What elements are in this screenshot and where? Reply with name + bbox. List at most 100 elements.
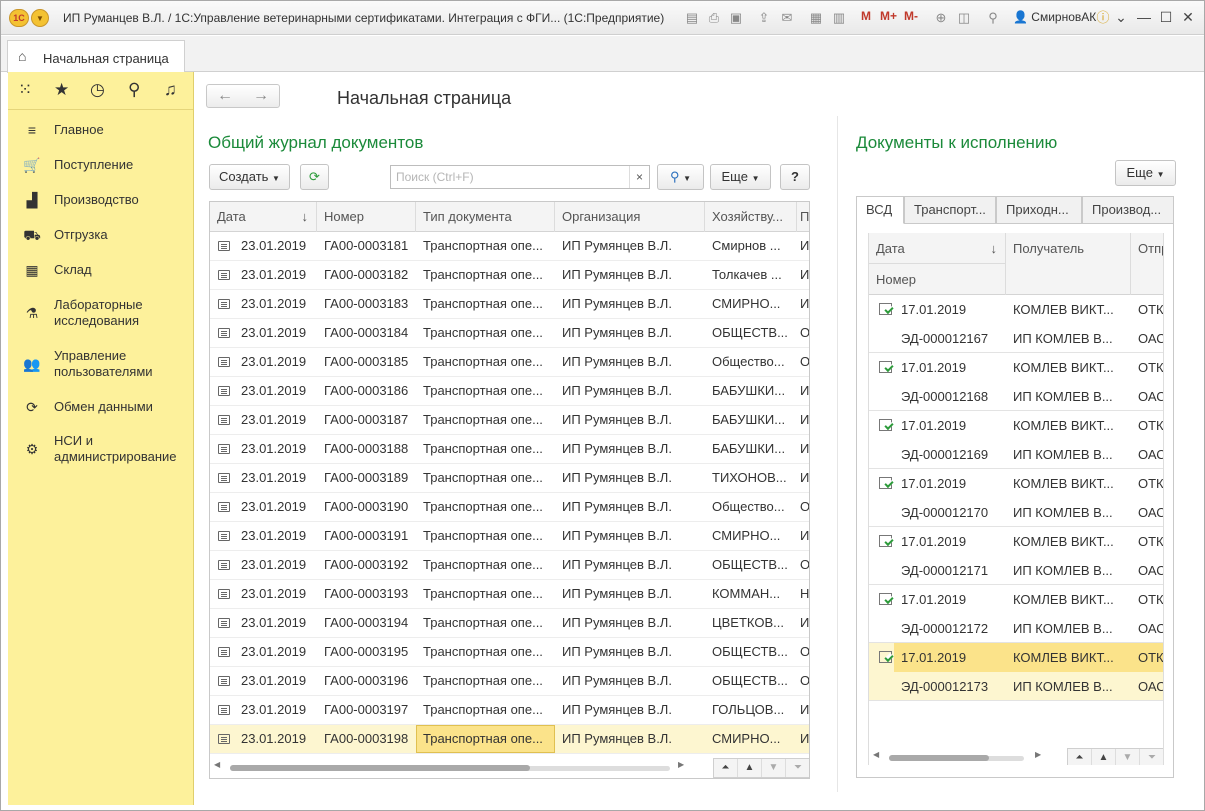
panels-icon[interactable]: ◫ (954, 8, 974, 28)
first-page-icon[interactable]: ⏶ (1068, 749, 1092, 765)
tab-transport[interactable]: Транспорт... (904, 196, 996, 224)
search-button[interactable]: ⚲ ▼ (657, 164, 704, 190)
page-down-icon[interactable]: ▼ (1116, 749, 1140, 765)
table-row[interactable]: 23.01.2019 ГА00-0003191 Транспортная опе..… (210, 522, 809, 551)
window-menu-icon[interactable]: ⌄ (1111, 7, 1131, 27)
main-menu-icon[interactable]: ▼ (31, 9, 49, 27)
maximize-icon[interactable]: ☐ (1156, 7, 1176, 27)
table-row[interactable]: 23.01.2019 ГА00-0003185 Транспортная опе..… (210, 348, 809, 377)
table-row[interactable]: 23.01.2019 ГА00-0003198 Транспортная опе..… (210, 725, 809, 754)
clear-search-icon[interactable]: × (629, 166, 649, 188)
favorites-star-icon[interactable]: ★ (54, 80, 69, 100)
todo-row[interactable]: 17.01.2019 ЭД-000012173 КОМЛЕВ ВИКТ... ИП К… (869, 643, 1163, 701)
todo-row[interactable]: 17.01.2019 ЭД-000012171 КОМЛЕВ ВИКТ... ИП К… (869, 527, 1163, 585)
todo-row[interactable]: 17.01.2019 ЭД-000012170 КОМЛЕВ ВИКТ... ИП К… (869, 469, 1163, 527)
journal-heading[interactable]: Общий журнал документов (208, 133, 423, 153)
page-up-icon[interactable]: ▲ (1092, 749, 1116, 765)
calculator-icon[interactable]: ▦ (806, 8, 826, 28)
todo-heading[interactable]: Документы к исполнению (856, 133, 1057, 153)
column-header-date[interactable]: Дата ↓ (869, 233, 1006, 264)
horizontal-scrollbar[interactable]: ◀ ▶ (210, 758, 690, 776)
refresh-button[interactable]: ⟳ (300, 164, 329, 190)
bell-icon[interactable]: ♫ (164, 80, 177, 100)
column-header-extra[interactable]: П (797, 202, 809, 232)
last-page-icon[interactable]: ⏷ (786, 759, 809, 777)
todo-more-button[interactable]: Еще ▼ (1115, 160, 1176, 186)
mail-icon[interactable]: ✉ (777, 8, 797, 28)
table-row[interactable]: 23.01.2019 ГА00-0003197 Транспортная опе..… (210, 696, 809, 725)
tab-home[interactable]: ⌂ Начальная страница (7, 40, 185, 73)
todo-horizontal-scrollbar[interactable]: ◀ ▶ (869, 748, 1065, 765)
sidebar-item-receipt[interactable]: 🛒 Поступление (8, 157, 194, 177)
sidebar-item-exchange[interactable]: ⟳ Обмен данными (8, 399, 194, 419)
table-row[interactable]: 23.01.2019 ГА00-0003186 Транспортная опе..… (210, 377, 809, 406)
scroll-thumb[interactable] (230, 765, 530, 771)
more-button[interactable]: Еще ▼ (710, 164, 771, 190)
close-icon[interactable]: ✕ (1178, 7, 1198, 27)
scroll-left-icon[interactable]: ◀ (873, 750, 879, 759)
preview-icon[interactable]: ▣ (726, 8, 746, 28)
column-header-number[interactable]: Номер (317, 202, 416, 232)
sidebar-item-production[interactable]: ▟ Производство (8, 192, 194, 212)
table-row[interactable]: 23.01.2019 ГА00-0003190 Транспортная опе..… (210, 493, 809, 522)
print-icon[interactable]: ⎙ (704, 8, 724, 28)
scroll-thumb[interactable] (889, 755, 989, 761)
zoom-icon[interactable]: ⊕ (931, 8, 951, 28)
upload-icon[interactable]: ⇪ (754, 8, 774, 28)
column-header-date[interactable]: Дата ↓ (210, 202, 317, 232)
scroll-right-icon[interactable]: ▶ (1035, 750, 1041, 759)
column-header-type[interactable]: Тип документа (416, 202, 555, 232)
tab-production[interactable]: Производ... (1082, 196, 1174, 224)
todo-row[interactable]: 17.01.2019 ЭД-000012172 КОМЛЕВ ВИКТ... ИП К… (869, 585, 1163, 643)
sidebar-item-warehouse[interactable]: ▦ Склад (8, 262, 194, 282)
settings-wrench-icon[interactable]: ⚲ (983, 8, 1003, 28)
memory-button[interactable]: M (861, 9, 871, 23)
minimize-icon[interactable]: — (1134, 7, 1154, 27)
memory-plus-button[interactable]: M+ (880, 9, 897, 23)
back-arrow-icon[interactable]: ← (207, 87, 243, 105)
table-row[interactable]: 23.01.2019 ГА00-0003188 Транспортная опе..… (210, 435, 809, 464)
table-row[interactable]: 23.01.2019 ГА00-0003189 Транспортная опе..… (210, 464, 809, 493)
table-row[interactable]: 23.01.2019 ГА00-0003183 Транспортная опе..… (210, 290, 809, 319)
save-icon[interactable]: ▤ (682, 8, 702, 28)
table-row[interactable]: 23.01.2019 ГА00-0003181 Транспортная опе..… (210, 232, 809, 261)
sidebar-item-lab[interactable]: ⚗ Лабораторные исследования (8, 297, 194, 331)
sidebar-item-admin[interactable]: ⚙ НСИ и администрирование (8, 433, 194, 467)
search-icon[interactable]: ⚲ (128, 80, 140, 100)
create-button[interactable]: Создать ▼ (209, 164, 290, 190)
table-row[interactable]: 23.01.2019 ГА00-0003184 Транспортная опе..… (210, 319, 809, 348)
todo-row[interactable]: 17.01.2019 ЭД-000012169 КОМЛЕВ ВИКТ... ИП К… (869, 411, 1163, 469)
table-row[interactable]: 23.01.2019 ГА00-0003194 Транспортная опе..… (210, 609, 809, 638)
column-header-org[interactable]: Организация (555, 202, 705, 232)
tab-incoming[interactable]: Приходн... (996, 196, 1082, 224)
journal-table[interactable]: Дата ↓ Номер Тип документа Организация Хо… (209, 201, 810, 779)
column-header-recipient[interactable]: Получатель (1006, 233, 1131, 295)
table-row[interactable]: 23.01.2019 ГА00-0003187 Транспортная опе..… (210, 406, 809, 435)
all-functions-icon[interactable]: ⁙ (18, 80, 32, 100)
sidebar-item-main[interactable]: ≡ Главное (8, 122, 194, 142)
memory-minus-button[interactable]: M- (904, 9, 918, 23)
scroll-right-icon[interactable]: ▶ (678, 760, 684, 769)
history-icon[interactable]: ◷ (90, 80, 105, 100)
table-row[interactable]: 23.01.2019 ГА00-0003193 Транспортная опе..… (210, 580, 809, 609)
table-row[interactable]: 23.01.2019 ГА00-0003195 Транспортная опе..… (210, 638, 809, 667)
info-icon[interactable]: ⓘ (1093, 8, 1113, 28)
tab-vsd[interactable]: ВСД (856, 196, 904, 224)
table-row[interactable]: 23.01.2019 ГА00-0003192 Транспортная опе..… (210, 551, 809, 580)
search-input[interactable]: Поиск (Ctrl+F) × (390, 165, 650, 189)
table-row[interactable]: 23.01.2019 ГА00-0003196 Транспортная опе..… (210, 667, 809, 696)
column-header-holder[interactable]: Хозяйству... (705, 202, 797, 232)
todo-row[interactable]: 17.01.2019 ЭД-000012168 КОМЛЕВ ВИКТ... ИП К… (869, 353, 1163, 411)
sidebar-item-users[interactable]: 👥 Управление пользователями (8, 348, 194, 382)
column-header-number[interactable]: Номер (869, 264, 1006, 295)
forward-arrow-icon[interactable]: → (243, 87, 279, 105)
table-row[interactable]: 23.01.2019 ГА00-0003182 Транспортная опе..… (210, 261, 809, 290)
page-up-icon[interactable]: ▲ (738, 759, 762, 777)
user-name[interactable]: 👤 СмирновАК (1013, 10, 1096, 24)
sidebar-item-shipment[interactable]: ⛟ Отгрузка (8, 227, 194, 247)
last-page-icon[interactable]: ⏷ (1140, 749, 1163, 765)
todo-row[interactable]: 17.01.2019 ЭД-000012167 КОМЛЕВ ВИКТ... ИП К… (869, 295, 1163, 353)
scroll-left-icon[interactable]: ◀ (214, 760, 220, 769)
calendar-icon[interactable]: ▥ (829, 8, 849, 28)
column-header-sender[interactable]: Отпр (1131, 233, 1163, 295)
